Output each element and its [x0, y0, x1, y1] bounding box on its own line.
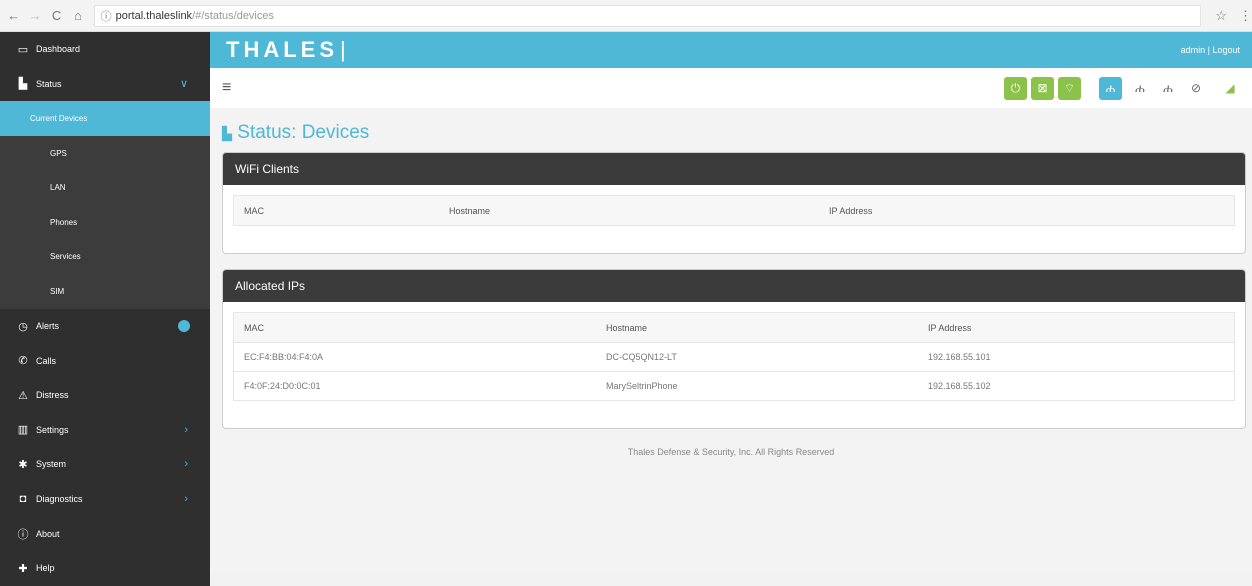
- sidebar-item-label: About: [36, 528, 60, 539]
- sidebar-item-gps[interactable]: GPS: [0, 135, 210, 171]
- reload-icon[interactable]: C: [49, 8, 64, 23]
- network-alt2-icon[interactable]: ሐ: [1158, 81, 1178, 96]
- sidebar-item-phones[interactable]: Phones: [0, 204, 210, 240]
- sidebar-item-services[interactable]: Services: [0, 239, 210, 275]
- sidebar-item-label: Help: [36, 563, 55, 574]
- column-header: MAC: [244, 322, 264, 333]
- browser-menu-icon[interactable]: ⋮: [1239, 8, 1252, 24]
- sidebar-item-label: System: [36, 459, 67, 470]
- browser-toolbar: ← → C ⌂ ⓘ portal.thaleslink/#/status/dev…: [0, 0, 1252, 32]
- sidebar-item-label: Phones: [50, 217, 78, 227]
- column-header: IP Address: [829, 205, 873, 216]
- ip-cell: 192.168.55.102: [928, 381, 991, 391]
- back-icon[interactable]: ←: [6, 8, 21, 23]
- sidebar-item-calls[interactable]: ✆ Calls: [0, 343, 210, 378]
- sidebar-item-dashboard[interactable]: ▭ Dashboard: [0, 32, 210, 67]
- bar-chart-icon: ▙: [18, 78, 28, 91]
- hamburger-menu-icon[interactable]: ≡: [222, 79, 231, 97]
- toolbar: ≡ ⏻ ⊠ ⌔ ሐ ሐ ሐ ⊘ ◢: [210, 68, 1252, 108]
- page-title: ▙ Status: Devices: [222, 122, 370, 143]
- table-row: EC:F4:BB:04:F4:0A DC-CQ5QN12-LT 192.168.…: [234, 342, 1234, 371]
- chevron-right-icon: ›: [184, 458, 188, 471]
- sidebar-item-diagnostics[interactable]: ◘ Diagnostics ›: [0, 481, 210, 517]
- sidebar-item-label: Status: [36, 78, 62, 89]
- gear-icon: ✱: [18, 458, 28, 471]
- ip-cell: 192.168.55.101: [928, 352, 991, 362]
- hostname-cell: DC-CQ5QN12-LT: [606, 352, 677, 362]
- sidebar-item-label: Alerts: [36, 321, 60, 332]
- column-header: Hostname: [606, 322, 648, 333]
- sidebar-item-settings[interactable]: ▥ Settings ›: [0, 412, 210, 448]
- bookmark-star-icon[interactable]: ☆: [1215, 8, 1227, 24]
- sidebar-item-help[interactable]: ✚ Help: [0, 550, 210, 586]
- toolbox-icon: ◘: [19, 493, 27, 506]
- address-bar[interactable]: ⓘ portal.thaleslink/#/status/devices: [93, 4, 1202, 27]
- header: THALES| admin | Logout: [210, 32, 1252, 68]
- hostname-cell: MarySeltrinPhone: [606, 381, 678, 391]
- satellite-icon[interactable]: ⊠: [1031, 76, 1054, 100]
- mac-cell: F4:0F:24:D0:0C:01: [244, 381, 321, 391]
- url-host: portal.thaleslink: [115, 9, 193, 22]
- sidebar-item-label: Calls: [36, 355, 57, 366]
- column-header: MAC: [244, 205, 264, 216]
- allocated-ips-panel: Allocated IPs MAC Hostname IP Address EC…: [222, 269, 1246, 429]
- signal-icon[interactable]: ◢: [1220, 81, 1240, 95]
- sidebar-item-label: Services: [50, 252, 81, 262]
- sidebar-item-label: Current Devices: [30, 113, 88, 123]
- sidebar-item-label: Distress: [36, 390, 69, 401]
- table-header-row: MAC Hostname IP Address: [234, 313, 1234, 342]
- sidebar-item-label: LAN: [50, 183, 66, 193]
- sidebar-item-lan[interactable]: LAN: [0, 170, 210, 205]
- wifi-clients-table: MAC Hostname IP Address: [233, 195, 1235, 226]
- sliders-icon: ▥: [17, 424, 29, 437]
- power-icon[interactable]: ⏻: [1004, 76, 1027, 100]
- home-icon[interactable]: ⌂: [70, 8, 85, 23]
- sidebar-item-label: SIM: [50, 286, 65, 296]
- bar-chart-icon: ▙: [222, 126, 232, 141]
- wifi-clients-panel: WiFi Clients MAC Hostname IP Address: [222, 152, 1246, 254]
- sidebar-item-current-devices[interactable]: Current Devices: [0, 101, 210, 136]
- panel-title: Allocated IPs: [223, 270, 1245, 302]
- sidebar-item-distress[interactable]: ⚠ Distress: [0, 377, 210, 413]
- phone-icon: ✆: [18, 355, 28, 368]
- allocated-ips-table: MAC Hostname IP Address EC:F4:BB:04:F4:0…: [233, 312, 1235, 401]
- globe-icon[interactable]: ⊘: [1186, 81, 1206, 95]
- wifi-icon[interactable]: ⌔: [1058, 76, 1081, 100]
- footer-text: Thales Defense & Security, Inc. All Righ…: [627, 447, 835, 457]
- network-icon[interactable]: ሐ: [1099, 76, 1122, 100]
- sidebar-item-label: Settings: [36, 424, 69, 435]
- brand-logo: THALES|: [226, 37, 350, 62]
- sidebar-item-label: GPS: [50, 148, 67, 158]
- info-icon: ⓘ: [17, 528, 29, 541]
- sidebar-item-alerts[interactable]: ◷ Alerts: [0, 308, 210, 344]
- chevron-right-icon: ›: [184, 423, 188, 436]
- main-content: ▙ Status: Devices WiFi Clients MAC Hostn…: [210, 108, 1252, 573]
- panel-title: WiFi Clients: [223, 153, 1245, 185]
- sidebar-item-status[interactable]: ▙ Status ∨: [0, 66, 210, 102]
- user-links[interactable]: admin | Logout: [1181, 45, 1240, 55]
- warning-icon: ⚠: [18, 389, 28, 402]
- column-header: IP Address: [928, 322, 972, 333]
- forward-icon[interactable]: →: [27, 8, 42, 23]
- mac-cell: EC:F4:BB:04:F4:0A: [244, 352, 324, 362]
- url-path: /#/status/devices: [192, 9, 274, 22]
- alerts-badge: [178, 320, 190, 333]
- sidebar-item-about[interactable]: ⓘ About: [0, 516, 210, 551]
- table-row: F4:0F:24:D0:0C:01 MarySeltrinPhone 192.1…: [234, 371, 1234, 400]
- alarm-clock-icon: ◷: [18, 320, 28, 333]
- sidebar-item-sim[interactable]: SIM: [0, 274, 210, 309]
- sidebar: ▭ Dashboard ▙ Status ∨ Current Devices G…: [0, 32, 210, 586]
- chevron-down-icon: ∨: [179, 78, 188, 91]
- monitor-icon: ▭: [17, 43, 29, 56]
- site-info-icon[interactable]: ⓘ: [101, 8, 112, 24]
- sidebar-item-label: Dashboard: [36, 44, 81, 55]
- column-header: Hostname: [449, 205, 491, 216]
- table-header-row: MAC Hostname IP Address: [234, 196, 1234, 225]
- network-alt-icon[interactable]: ሐ: [1130, 81, 1150, 96]
- chevron-right-icon: ›: [184, 493, 188, 506]
- sidebar-item-label: Diagnostics: [36, 494, 83, 505]
- sidebar-item-system[interactable]: ✱ System ›: [0, 447, 210, 482]
